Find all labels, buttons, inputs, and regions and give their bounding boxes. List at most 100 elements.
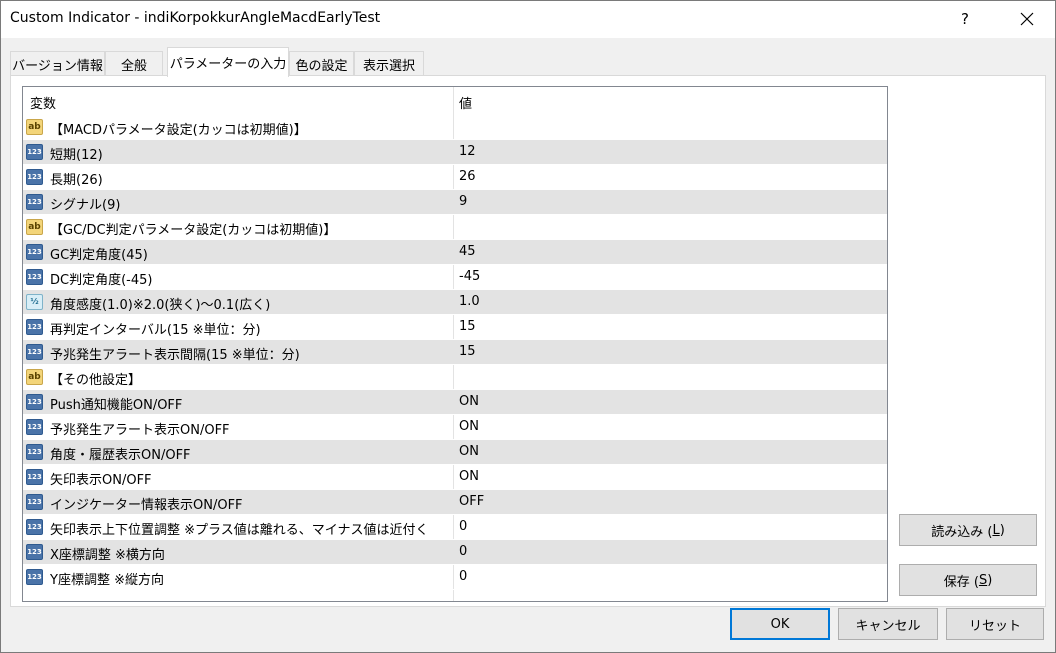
save-button[interactable]: 保存 (S) <box>899 564 1037 596</box>
integer-type-icon: 123 <box>26 569 43 585</box>
grid-header: 変数 値 <box>23 87 887 115</box>
parameter-name: 角度・履歴表示ON/OFF <box>50 448 191 463</box>
parameter-value[interactable]: ON <box>459 444 479 459</box>
integer-type-icon: 123 <box>26 319 43 335</box>
string-type-icon: ab <box>26 119 43 135</box>
parameter-row[interactable]: 123 インジケーター情報表示ON/OFF OFF <box>23 490 887 515</box>
grid-rows: ab 【MACDパラメータ設定(カッコは初期値)】 123 短期(12) 12 123 長期… <box>23 115 887 590</box>
parameter-row[interactable]: 123 予兆発生アラート表示ON/OFF ON <box>23 415 887 440</box>
tab-label: パラメーターの入力 <box>169 57 287 72</box>
integer-type-icon: 123 <box>26 269 43 285</box>
save-button-paren: ) <box>987 572 993 588</box>
parameter-row[interactable]: 123 角度・履歴表示ON/OFF ON <box>23 440 887 465</box>
parameter-row[interactable]: 123 DC判定角度(-45) -45 <box>23 265 887 290</box>
tab-label: 表示選択 <box>362 58 415 74</box>
parameter-value[interactable]: OFF <box>459 494 484 509</box>
parameter-name: X座標調整 ※横方向 <box>50 548 165 563</box>
reset-button[interactable]: リセット <box>946 608 1044 640</box>
parameter-value[interactable]: 0 <box>459 569 467 584</box>
header-value[interactable]: 値 <box>459 93 472 112</box>
parameter-row[interactable]: 123 短期(12) 12 <box>23 140 887 165</box>
integer-type-icon: 123 <box>26 244 43 260</box>
parameter-value[interactable]: 45 <box>459 244 476 259</box>
parameter-name: 角度感度(1.0)※2.0(狭く)～0.1(広く) <box>50 298 271 313</box>
close-button[interactable] <box>1002 0 1052 38</box>
load-button-paren: ) <box>999 522 1005 538</box>
string-type-icon: ab <box>26 219 43 235</box>
parameter-row[interactable]: 123 予兆発生アラート表示間隔(15 ※単位：分) 15 <box>23 340 887 365</box>
integer-type-icon: 123 <box>26 194 43 210</box>
tab-general[interactable]: 全般 <box>105 51 163 76</box>
tab-color-settings[interactable]: 色の設定 <box>289 51 354 76</box>
window-title: Custom Indicator - indiKorpokkurAngleMac… <box>10 10 381 26</box>
parameter-row[interactable]: ab 【その他設定】 <box>23 365 887 390</box>
close-icon <box>1020 12 1034 26</box>
parameter-value[interactable]: ON <box>459 469 479 484</box>
parameter-row[interactable]: ab 【MACDパラメータ設定(カッコは初期値)】 <box>23 115 887 140</box>
tab-parameters[interactable]: パラメーターの入力 <box>167 47 289 77</box>
parameter-row[interactable]: 123 再判定インターバル(15 ※単位：分) 15 <box>23 315 887 340</box>
load-button-label: 読み込み ( <box>931 524 993 540</box>
parameter-name: 長期(26) <box>50 173 103 188</box>
parameter-value[interactable]: -45 <box>459 269 480 284</box>
parameter-row[interactable]: 123 Push通知機能ON/OFF ON <box>23 390 887 415</box>
parameter-value[interactable]: 9 <box>459 194 467 209</box>
parameter-name: DC判定角度(-45) <box>50 273 153 288</box>
integer-type-icon: 123 <box>26 544 43 560</box>
parameter-value[interactable]: 0 <box>459 544 467 559</box>
parameter-row[interactable]: 123 GC判定角度(45) 45 <box>23 240 887 265</box>
parameter-row[interactable]: 123 矢印表示上下位置調整 ※プラス値は離れる、マイナス値は近付く 0 <box>23 515 887 540</box>
integer-type-icon: 123 <box>26 444 43 460</box>
parameter-name: 予兆発生アラート表示間隔(15 ※単位：分) <box>50 348 300 363</box>
parameter-row[interactable]: 123 Y座標調整 ※縦方向 0 <box>23 565 887 590</box>
parameter-value[interactable]: 0 <box>459 519 467 534</box>
parameter-value[interactable]: ON <box>459 419 479 434</box>
parameter-value[interactable]: 15 <box>459 344 476 359</box>
tab-version-info[interactable]: バージョン情報 <box>10 51 105 76</box>
header-variable[interactable]: 変数 <box>30 93 56 112</box>
tab-label: 全般 <box>120 58 147 74</box>
help-button[interactable]: ? <box>940 0 990 38</box>
integer-type-icon: 123 <box>26 344 43 360</box>
integer-type-icon: 123 <box>26 469 43 485</box>
parameter-name: インジケーター情報表示ON/OFF <box>50 498 243 513</box>
tab-label: バージョン情報 <box>12 58 103 74</box>
tab-display-selection[interactable]: 表示選択 <box>354 51 424 76</box>
parameter-name: 短期(12) <box>50 148 103 163</box>
parameter-row[interactable]: 123 シグナル(9) 9 <box>23 190 887 215</box>
string-type-icon: ab <box>26 369 43 385</box>
parameter-name: 【GC/DC判定パラメータ設定(カッコは初期値)】 <box>50 223 337 238</box>
parameter-value[interactable]: 12 <box>459 144 476 159</box>
save-button-key: S <box>978 572 988 588</box>
parameter-name: GC判定角度(45) <box>50 248 148 263</box>
integer-type-icon: 123 <box>26 419 43 435</box>
ok-button[interactable]: OK <box>730 608 830 640</box>
parameter-name: Push通知機能ON/OFF <box>50 398 183 413</box>
parameter-row[interactable]: ab 【GC/DC判定パラメータ設定(カッコは初期値)】 <box>23 215 887 240</box>
parameter-name: 矢印表示上下位置調整 ※プラス値は離れる、マイナス値は近付く <box>50 523 429 538</box>
parameter-row[interactable]: 123 矢印表示ON/OFF ON <box>23 465 887 490</box>
integer-type-icon: 123 <box>26 169 43 185</box>
title-bar: Custom Indicator - indiKorpokkurAngleMac… <box>0 0 1056 38</box>
parameter-value[interactable]: 26 <box>459 169 476 184</box>
parameter-row[interactable]: 123 X座標調整 ※横方向 0 <box>23 540 887 565</box>
cancel-button[interactable]: キャンセル <box>838 608 938 640</box>
integer-type-icon: 123 <box>26 394 43 410</box>
parameter-value[interactable]: 15 <box>459 319 476 334</box>
integer-type-icon: 123 <box>26 519 43 535</box>
tab-label: 色の設定 <box>295 58 348 74</box>
parameter-name: シグナル(9) <box>50 198 121 213</box>
parameter-grid: 変数 値 ab 【MACDパラメータ設定(カッコは初期値)】 123 短期(12) 12… <box>22 86 888 602</box>
parameter-row[interactable]: 123 長期(26) 26 <box>23 165 887 190</box>
parameter-value[interactable]: 1.0 <box>459 294 480 309</box>
load-button[interactable]: 読み込み (L) <box>899 514 1037 546</box>
parameter-row[interactable]: ½ 角度感度(1.0)※2.0(狭く)～0.1(広く) 1.0 <box>23 290 887 315</box>
parameter-name: 【MACDパラメータ設定(カッコは初期値)】 <box>50 123 307 138</box>
double-type-icon: ½ <box>26 294 43 310</box>
parameter-name: 再判定インターバル(15 ※単位：分) <box>50 323 261 338</box>
parameter-name: 【その他設定】 <box>50 373 142 388</box>
integer-type-icon: 123 <box>26 144 43 160</box>
parameter-name: 予兆発生アラート表示ON/OFF <box>50 423 230 438</box>
save-button-label: 保存 ( <box>943 574 979 590</box>
parameter-value[interactable]: ON <box>459 394 479 409</box>
